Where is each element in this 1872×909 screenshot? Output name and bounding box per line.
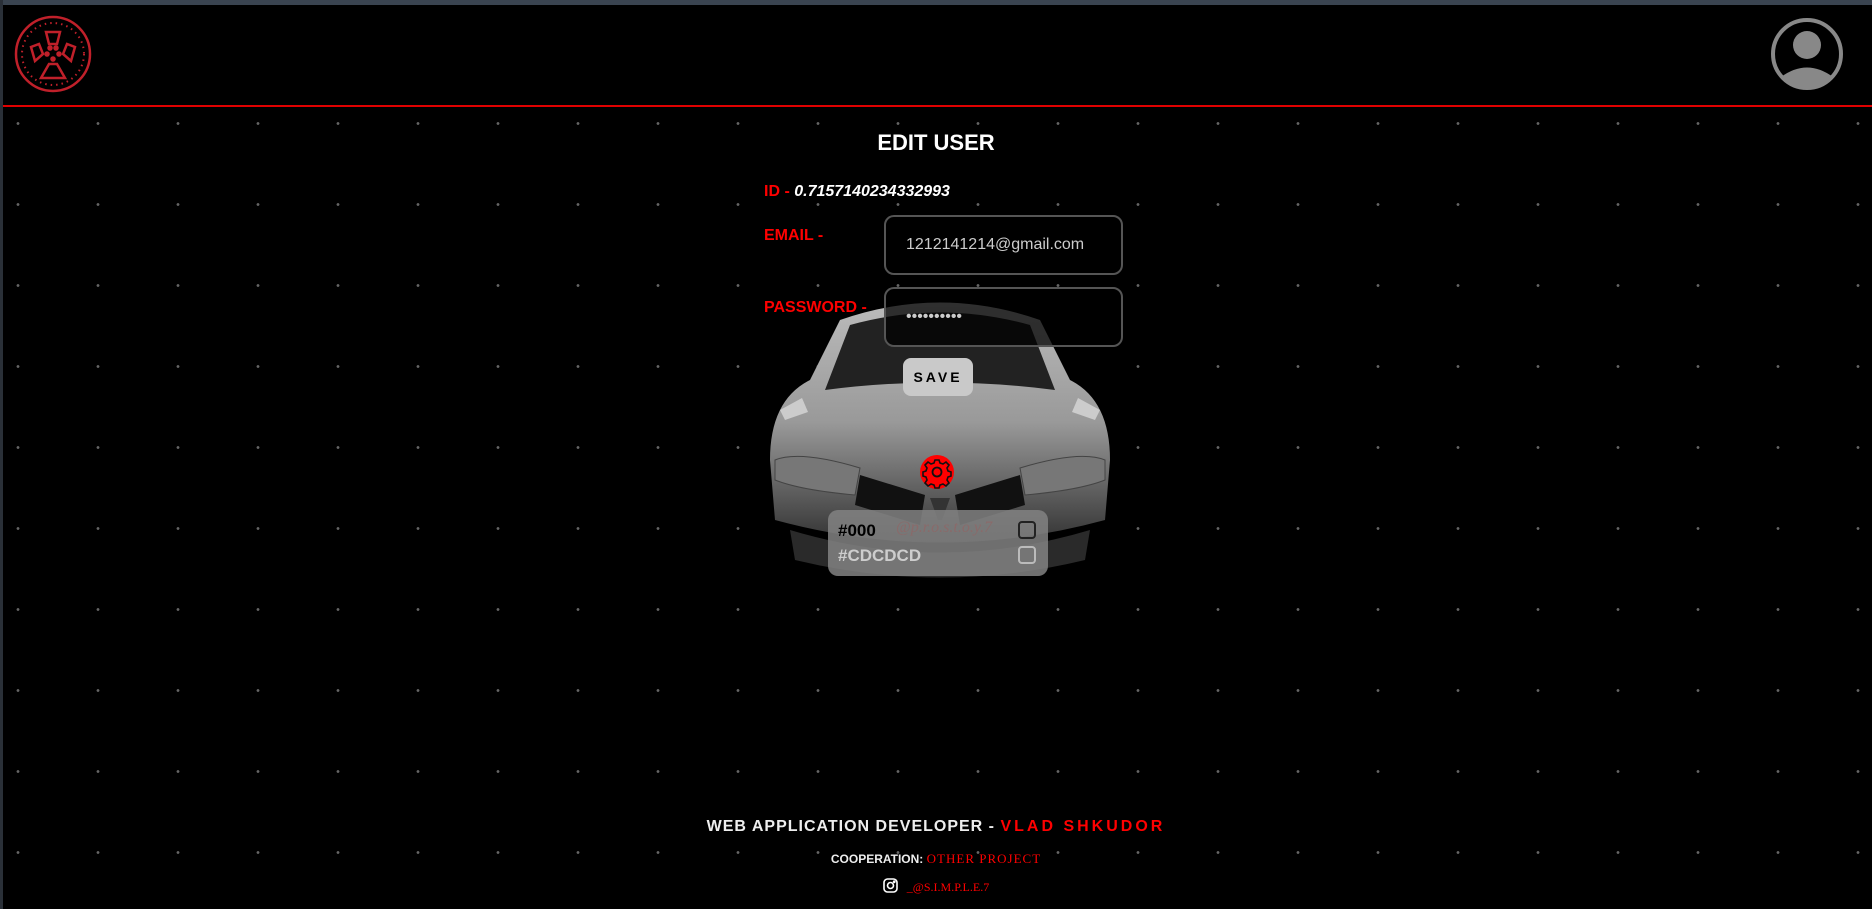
id-value: 0.7157140234332993 — [794, 183, 950, 200]
theme-color-panel: @p.r.o.s.t.o.y.7 #000 #CDCDCD — [828, 510, 1048, 576]
instagram-handle[interactable]: _@S.I.M.P.L.E.7 — [907, 880, 989, 894]
footer-cooperation: COOPERATION: OTHER PROJECT — [0, 851, 1872, 867]
instagram-icon — [882, 878, 898, 897]
wheel-rim-icon[interactable] — [13, 14, 93, 99]
developer-prefix: WEB APPLICATION DEVELOPER - — [706, 818, 995, 835]
theme-gray-checkbox[interactable] — [1018, 546, 1036, 564]
password-input[interactable] — [884, 287, 1123, 347]
password-label: PASSWORD - — [764, 299, 867, 316]
gear-icon[interactable] — [920, 455, 954, 494]
save-button[interactable]: SAVE — [903, 358, 973, 396]
email-label: EMAIL - — [764, 227, 824, 244]
watermark: @p.r.o.s.t.o.y.7 — [896, 519, 993, 536]
cooperation-label: COOPERATION: — [830, 852, 924, 866]
page-title: EDIT USER — [877, 130, 995, 155]
other-project-link[interactable]: OTHER PROJECT — [927, 851, 1041, 866]
footer-developer: WEB APPLICATION DEVELOPER - VLAD SHKUDOR — [0, 818, 1872, 836]
theme-option-gray: #CDCDCD — [838, 546, 922, 565]
user-avatar-icon[interactable] — [1769, 16, 1845, 97]
header — [3, 5, 1872, 107]
id-label: ID - — [764, 183, 790, 200]
theme-black-checkbox[interactable] — [1018, 521, 1036, 539]
footer-instagram[interactable]: _@S.I.M.P.L.E.7 — [0, 878, 1872, 897]
theme-option-black: #000 — [838, 521, 876, 540]
id-row: ID - 0.7157140234332993 — [764, 183, 950, 201]
developer-name[interactable]: VLAD SHKUDOR — [1000, 818, 1165, 835]
email-input[interactable] — [884, 215, 1123, 275]
